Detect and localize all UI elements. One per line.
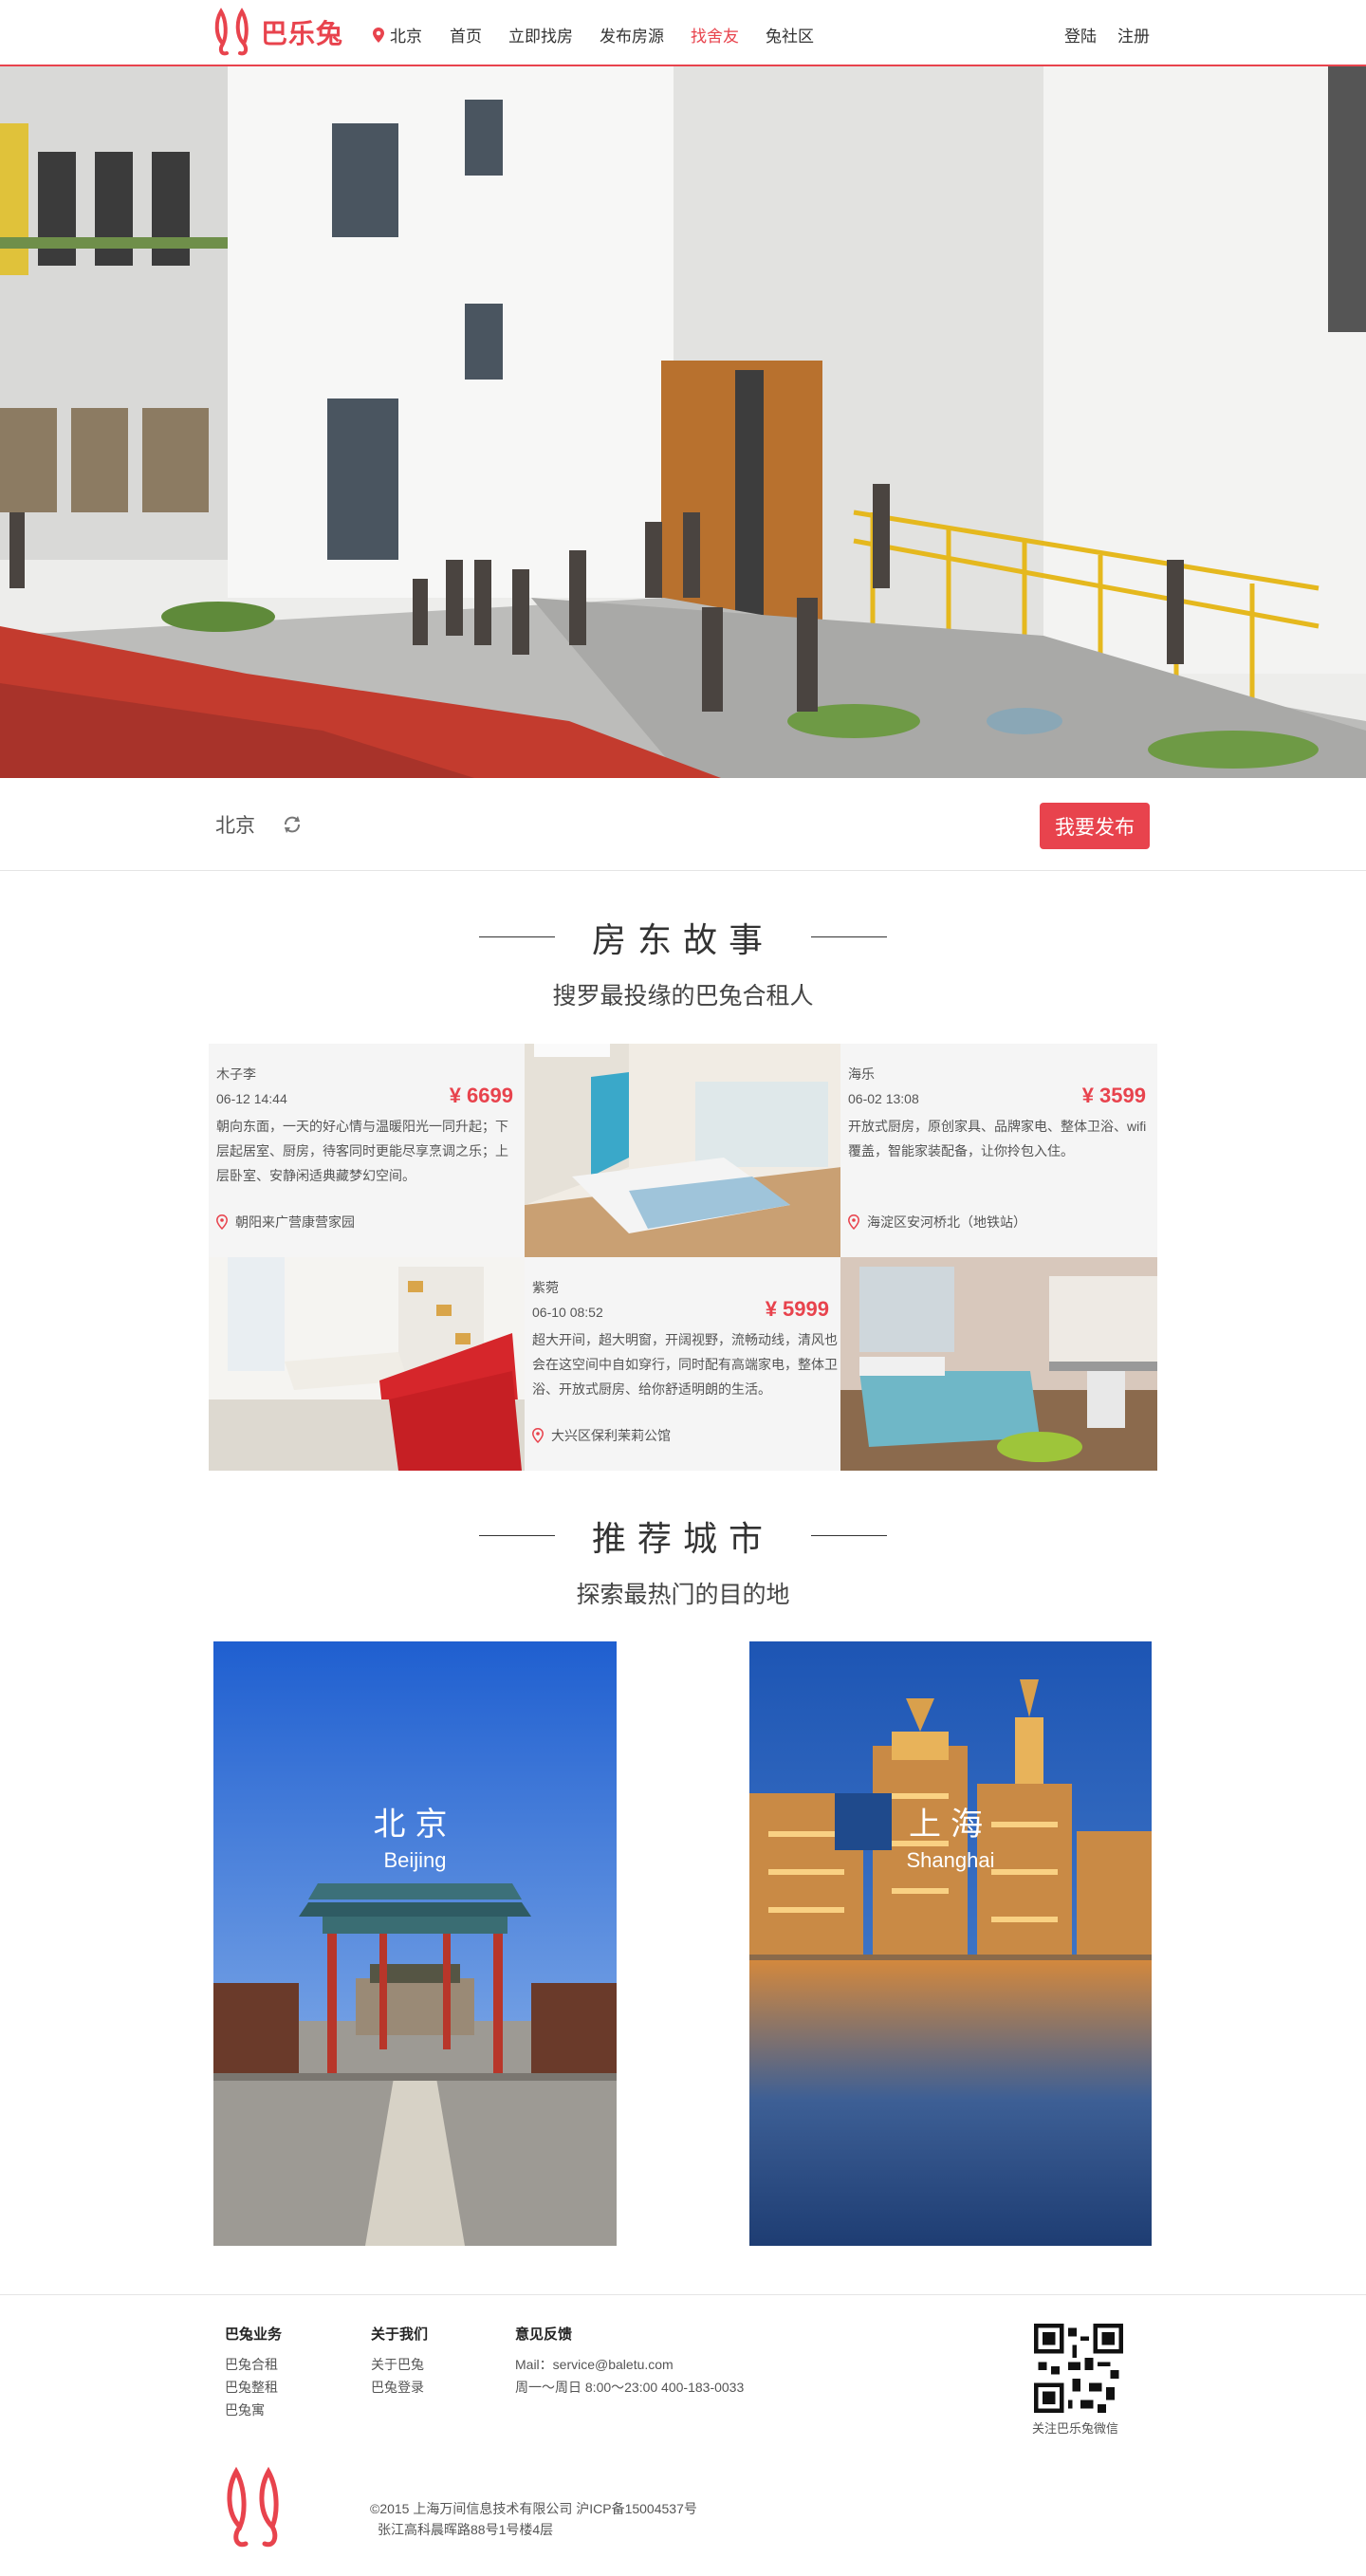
red-chair-room-photo-image	[209, 1257, 525, 1471]
story-card[interactable]: 紫菀 06-10 08:52 ¥ 5999 超大开间，超大明窗，开阔视野，流畅动…	[525, 1257, 840, 1471]
story-author: 海乐	[848, 1066, 875, 1082]
refresh-icon[interactable]	[282, 814, 303, 835]
story-author: 紫菀	[532, 1280, 559, 1295]
rabbit-logo-icon	[227, 2466, 279, 2548]
nav-link-find-room[interactable]: 立即找房	[508, 23, 573, 46]
footer-about-title: 关于我们	[371, 2326, 429, 2343]
footer-link[interactable]: 巴兔登录	[371, 2376, 428, 2399]
story-location-label: 海淀区安河桥北（地铁站）	[867, 1214, 1026, 1230]
location-pin-icon	[216, 1214, 228, 1230]
city-name-cn: 上海	[909, 1807, 992, 1843]
stories-subtitle: 搜罗最投缘的巴兔合租人	[552, 983, 814, 1010]
title-rule-left	[479, 936, 555, 937]
brand-name: 巴乐兔	[261, 19, 344, 48]
footer-link[interactable]: 巴兔合租	[225, 2353, 282, 2376]
auth-links: 登陆 注册	[1064, 23, 1150, 46]
story-date: 06-10 08:52	[532, 1305, 603, 1320]
copyright-block: ©2015 上海万间信息技术有限公司 沪ICP备15004537号 张江高科晨晖…	[370, 2498, 697, 2540]
city-bar: 北京 我要发布	[0, 778, 1366, 871]
story-card[interactable]: 木子李 06-12 14:44 ¥ 6699 朝向东面，一天的好心情与温暖阳光一…	[209, 1044, 525, 1257]
city-card-beijing[interactable]: 北京 Beijing	[213, 1641, 617, 2246]
story-location-label: 朝阳来广营康营家园	[235, 1214, 355, 1230]
footer-link[interactable]: 巴兔整租	[225, 2376, 282, 2399]
current-city[interactable]: 北京	[215, 810, 255, 839]
footer: 巴兔业务 巴兔合租 巴兔整租 巴兔寓 关于我们 关于巴兔 巴兔登录 意见反馈 M…	[0, 2294, 1366, 2576]
publish-button[interactable]: 我要发布	[1040, 803, 1150, 849]
bedroom-photo-image	[525, 1044, 840, 1257]
nav-link-home[interactable]: 首页	[450, 23, 482, 46]
stories-grid: 木子李 06-12 14:44 ¥ 6699 朝向东面，一天的好心情与温暖阳光一…	[209, 1044, 1157, 1471]
stories-title: 房东故事	[591, 921, 774, 959]
company-address: 张江高科晨晖路88号1号楼4层	[378, 2522, 554, 2537]
footer-link[interactable]: 关于巴兔	[371, 2353, 428, 2376]
title-rule-left	[479, 1535, 555, 1536]
hero-building-illustration	[0, 66, 1366, 778]
story-location-label: 大兴区保利茉莉公馆	[551, 1428, 671, 1443]
footer-business-title: 巴兔业务	[225, 2326, 283, 2343]
rabbit-logo-icon	[214, 8, 249, 56]
nav-link-find-roommate[interactable]: 找舍友	[691, 23, 739, 46]
dorm-bedroom-photo-image	[840, 1257, 1157, 1471]
footer-feedback-title: 意见反馈	[515, 2326, 573, 2343]
title-rule-right	[811, 1535, 887, 1536]
nav-link-community[interactable]: 兔社区	[766, 23, 814, 46]
story-location[interactable]: 海淀区安河桥北（地铁站）	[848, 1213, 1026, 1232]
story-description: 开放式厨房，原创家具、品牌家电、整体卫浴、wifi覆盖，智能家装配备，让你拎包入…	[848, 1119, 1147, 1158]
nav-links: 首页 立即找房 发布房源 找舍友 兔社区	[450, 23, 840, 46]
nav-link-post-listing[interactable]: 发布房源	[600, 23, 664, 46]
city-name-en: Shanghai	[906, 1848, 995, 1872]
cities-subtitle: 探索最热门的目的地	[576, 1582, 790, 1608]
story-author: 木子李	[216, 1066, 256, 1082]
feedback-hours: 周一～周日 8:00～23:00 400-183-0033	[515, 2380, 745, 2395]
location-pin-icon	[532, 1428, 544, 1443]
login-link[interactable]: 登陆	[1064, 23, 1097, 46]
qr-caption: 关注巴乐兔微信	[1032, 2421, 1119, 2436]
feedback-mail[interactable]: Mail：service@baletu.com	[515, 2353, 744, 2376]
cities-section-header: 推荐城市 探索最热门的目的地	[0, 1511, 1366, 1610]
logo[interactable]: 巴乐兔	[213, 8, 343, 57]
stories-section-header: 房东故事 搜罗最投缘的巴兔合租人	[0, 913, 1366, 1011]
cities-title: 推荐城市	[591, 1520, 774, 1558]
footer-about: 关于我们 关于巴兔 巴兔登录	[371, 2324, 428, 2399]
location-pin-icon	[373, 27, 384, 43]
nav-city-selector[interactable]: 北京	[373, 23, 422, 46]
story-price: ¥ 3599	[1081, 1084, 1146, 1107]
hero-banner	[0, 66, 1366, 778]
story-description: 朝向东面，一天的好心情与温暖阳光一同升起；下层起居室、厨房，待客同时更能尽享烹调…	[216, 1119, 508, 1183]
city-name-en: Beijing	[383, 1848, 447, 1872]
footer-feedback: 意见反馈 Mail：service@baletu.com 周一～周日 8:00～…	[515, 2324, 744, 2399]
story-price: ¥ 6699	[449, 1084, 513, 1107]
story-location[interactable]: 朝阳来广营康营家园	[216, 1213, 355, 1232]
register-link[interactable]: 注册	[1117, 23, 1150, 46]
top-nav: 巴乐兔 北京 首页 立即找房 发布房源 找舍友 兔社区 登陆 注册	[0, 0, 1366, 66]
location-pin-icon	[848, 1214, 859, 1230]
story-card[interactable]: 海乐 06-02 13:08 ¥ 3599 开放式厨房，原创家具、品牌家电、整体…	[840, 1044, 1157, 1257]
shanghai-bund-image	[749, 1641, 1152, 2246]
nav-city-label: 北京	[390, 28, 422, 46]
title-rule-right	[811, 936, 887, 937]
footer-business: 巴兔业务 巴兔合租 巴兔整租 巴兔寓	[225, 2324, 282, 2421]
room-photo[interactable]	[525, 1044, 840, 1257]
story-price: ¥ 5999	[765, 1297, 829, 1321]
room-photo[interactable]	[840, 1257, 1157, 1471]
story-location[interactable]: 大兴区保利茉莉公馆	[532, 1426, 671, 1445]
story-date: 06-12 14:44	[216, 1091, 287, 1106]
room-photo[interactable]	[209, 1257, 525, 1471]
beijing-gate-image	[213, 1641, 617, 2246]
city-card-shanghai[interactable]: 上海 Shanghai	[749, 1641, 1152, 2246]
city-name-cn: 北京	[373, 1807, 457, 1843]
footer-link[interactable]: 巴兔寓	[225, 2399, 282, 2421]
copyright-text: ©2015 上海万间信息技术有限公司 沪ICP备15004537号	[370, 2501, 697, 2516]
story-date: 06-02 13:08	[848, 1091, 919, 1106]
wechat-qr-code-icon	[1034, 2324, 1123, 2413]
story-description: 超大开间，超大明窗，开阔视野，流畅动线，清风也会在这空间中自如穿行，同时配有高端…	[532, 1332, 838, 1397]
